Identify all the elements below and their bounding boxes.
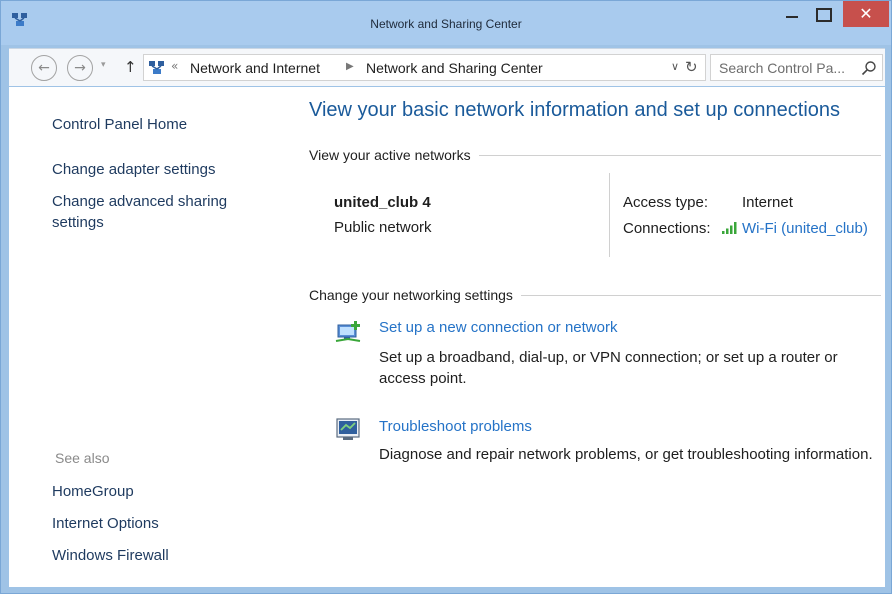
close-icon: ✕ [859, 4, 873, 23]
forward-button[interactable]: → [67, 55, 93, 81]
setup-connection-link[interactable]: Set up a new connection or network [379, 319, 617, 336]
breadcrumb-network-and-internet[interactable]: Network and Internet [190, 60, 320, 76]
see-also-heading: See also [55, 450, 110, 466]
search-input[interactable] [719, 58, 857, 78]
wifi-signal-icon [722, 222, 737, 234]
search-icon[interactable] [861, 60, 877, 76]
refresh-button[interactable]: ↻ [685, 58, 698, 76]
window-title: Network and Sharing Center [370, 17, 522, 31]
change-settings-heading: Change your networking settings [309, 287, 521, 303]
setup-connection-description: Set up a broadband, dial-up, or VPN conn… [379, 349, 838, 387]
change-advanced-sharing-settings-link[interactable]: Change advanced sharing settings [52, 191, 252, 233]
network-name: united_club 4 [334, 194, 431, 211]
access-type-value: Internet [742, 194, 793, 211]
up-button[interactable]: ↑ [124, 58, 137, 76]
network-center-icon [149, 61, 164, 74]
change-adapter-settings-link[interactable]: Change adapter settings [52, 159, 215, 180]
recent-locations-dropdown[interactable]: ▾ [101, 60, 106, 70]
troubleshoot-icon [336, 418, 360, 440]
network-setup-icon [335, 321, 361, 342]
control-panel-home-link[interactable]: Control Panel Home [52, 114, 187, 135]
page-title: View your basic network information and … [309, 99, 841, 121]
close-button[interactable]: ✕ [843, 1, 889, 27]
search-box[interactable] [710, 54, 883, 81]
maximize-button[interactable] [807, 1, 837, 27]
content-area: Control Panel Home Change adapter settin… [9, 87, 885, 587]
homegroup-link[interactable]: HomeGroup [52, 481, 134, 502]
minimize-button[interactable] [777, 1, 807, 27]
overflow-chevron-icon[interactable]: « [171, 59, 178, 73]
breadcrumb-separator-icon[interactable]: ▶ [346, 61, 354, 72]
troubleshoot-problems-description: Diagnose and repair network problems, or… [379, 446, 873, 463]
main-panel: View your basic network information and … [299, 87, 885, 587]
windows-firewall-link[interactable]: Windows Firewall [52, 545, 169, 566]
network-info-divider [609, 173, 610, 257]
address-dropdown-icon[interactable]: ∨ [671, 60, 679, 73]
access-type-label: Access type: [623, 194, 709, 211]
sidebar: Control Panel Home Change adapter settin… [9, 87, 299, 587]
window: Network and Sharing Center ✕ ← → ▾ ↑ « N… [0, 0, 892, 594]
wifi-connection-link[interactable]: Wi-Fi (united_club) [742, 220, 868, 237]
connections-label: Connections: [623, 220, 711, 237]
internet-options-link[interactable]: Internet Options [52, 513, 159, 534]
breadcrumb-network-and-sharing-center[interactable]: Network and Sharing Center [366, 60, 543, 76]
troubleshoot-problems-link[interactable]: Troubleshoot problems [379, 418, 532, 435]
address-bar[interactable]: « Network and Internet ▶ Network and Sha… [143, 54, 706, 81]
title-bar[interactable]: Network and Sharing Center ✕ [1, 1, 891, 45]
active-networks-heading: View your active networks [309, 147, 479, 163]
network-category-link[interactable]: Public network [334, 219, 432, 236]
address-toolbar: ← → ▾ ↑ « Network and Internet ▶ Network… [9, 48, 885, 86]
back-button[interactable]: ← [31, 55, 57, 81]
